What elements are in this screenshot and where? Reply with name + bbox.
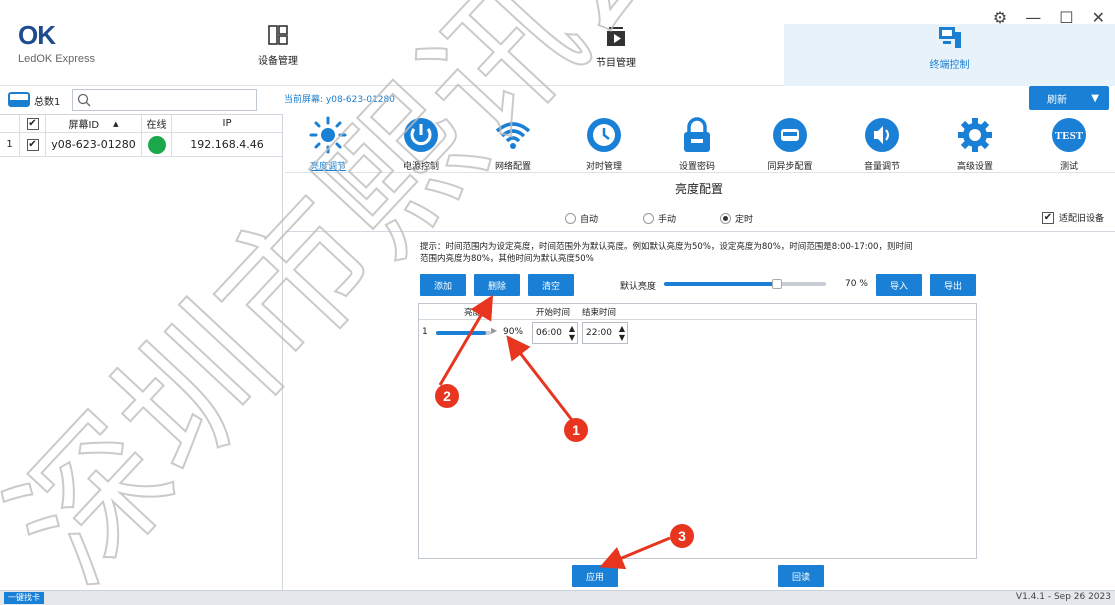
- version-text: V1.4.1 - Sep 26 2023: [1015, 592, 1111, 602]
- annotation-marker-3: 3: [670, 524, 694, 548]
- app-window: OK LedOK Express 设备管理 节目管理 终端控制 ⚙ — ☐ ✕ …: [0, 0, 1115, 605]
- arrow-2: [438, 294, 494, 386]
- annotation-marker-1: 1: [564, 418, 588, 442]
- arrow-3: [599, 536, 671, 570]
- one-key-find-card-button[interactable]: 一键找卡: [4, 592, 44, 604]
- annotation-arrows: [438, 294, 671, 570]
- arrow-1: [506, 335, 574, 421]
- annotation-marker-2: 2: [435, 384, 459, 408]
- status-bar: 一键找卡 V1.4.1 - Sep 26 2023: [0, 590, 1115, 605]
